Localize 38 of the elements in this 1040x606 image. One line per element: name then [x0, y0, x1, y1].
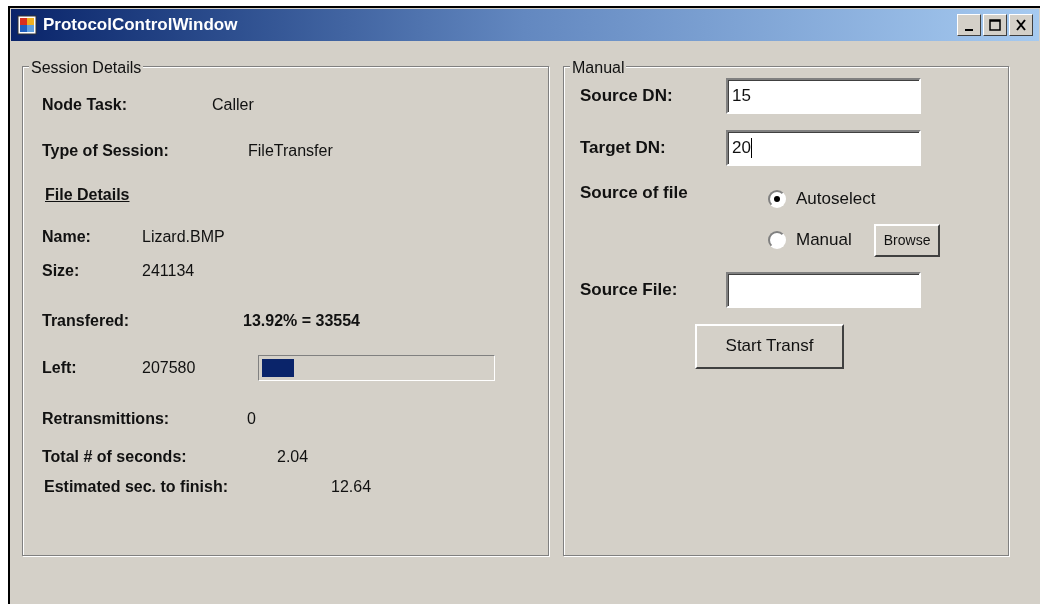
section-heading: File Details: [45, 186, 130, 203]
field-label: Source DN:: [580, 85, 674, 108]
text-field[interactable]: 20: [726, 130, 921, 166]
field-label: Estimated sec. to finish:: [44, 477, 230, 497]
radio-option[interactable]: Manual: [768, 227, 852, 253]
field-label: Size:: [42, 261, 81, 281]
maximize-icon: [988, 19, 1002, 31]
maximize-button[interactable]: [983, 14, 1007, 36]
browse-button[interactable]: Browse: [873, 223, 941, 257]
field-label: Total # of seconds:: [42, 447, 188, 467]
field-label: Target DN:: [580, 137, 667, 160]
close-icon: [1014, 19, 1028, 31]
field-value: Lizard.BMP: [142, 227, 225, 247]
text-field[interactable]: [726, 271, 921, 308]
field-value: FileTransfer: [248, 141, 333, 161]
window-title: ProtocolControlWindow: [43, 14, 238, 37]
field-value: 0: [247, 409, 256, 429]
field-value: 12.64: [331, 477, 372, 497]
start-transfer-button[interactable]: Start Transf: [695, 323, 844, 369]
field-label: Source File:: [580, 278, 679, 301]
field-label: Left:: [42, 358, 78, 378]
field-value: 13.92% = 33554: [243, 311, 360, 331]
field-label: Transfered:: [42, 311, 131, 331]
field-value: 207580: [142, 358, 196, 378]
app-icon: [17, 15, 37, 35]
field-value: 2.04: [277, 447, 309, 467]
field-label: Retransmittions:: [42, 409, 171, 429]
field-label: Name:: [42, 227, 92, 247]
field-value: 241134: [142, 261, 195, 281]
field-label: Node Task:: [42, 95, 129, 115]
field-label: Source of file: [580, 182, 689, 204]
text-field[interactable]: 15: [726, 78, 921, 114]
minimize-icon: [965, 28, 973, 31]
field-label: Type of Session:: [42, 141, 170, 161]
radio-option[interactable]: Autoselect: [768, 186, 876, 212]
minimize-button[interactable]: [957, 14, 981, 36]
close-button[interactable]: [1009, 14, 1033, 36]
field-value: Caller: [212, 95, 254, 115]
